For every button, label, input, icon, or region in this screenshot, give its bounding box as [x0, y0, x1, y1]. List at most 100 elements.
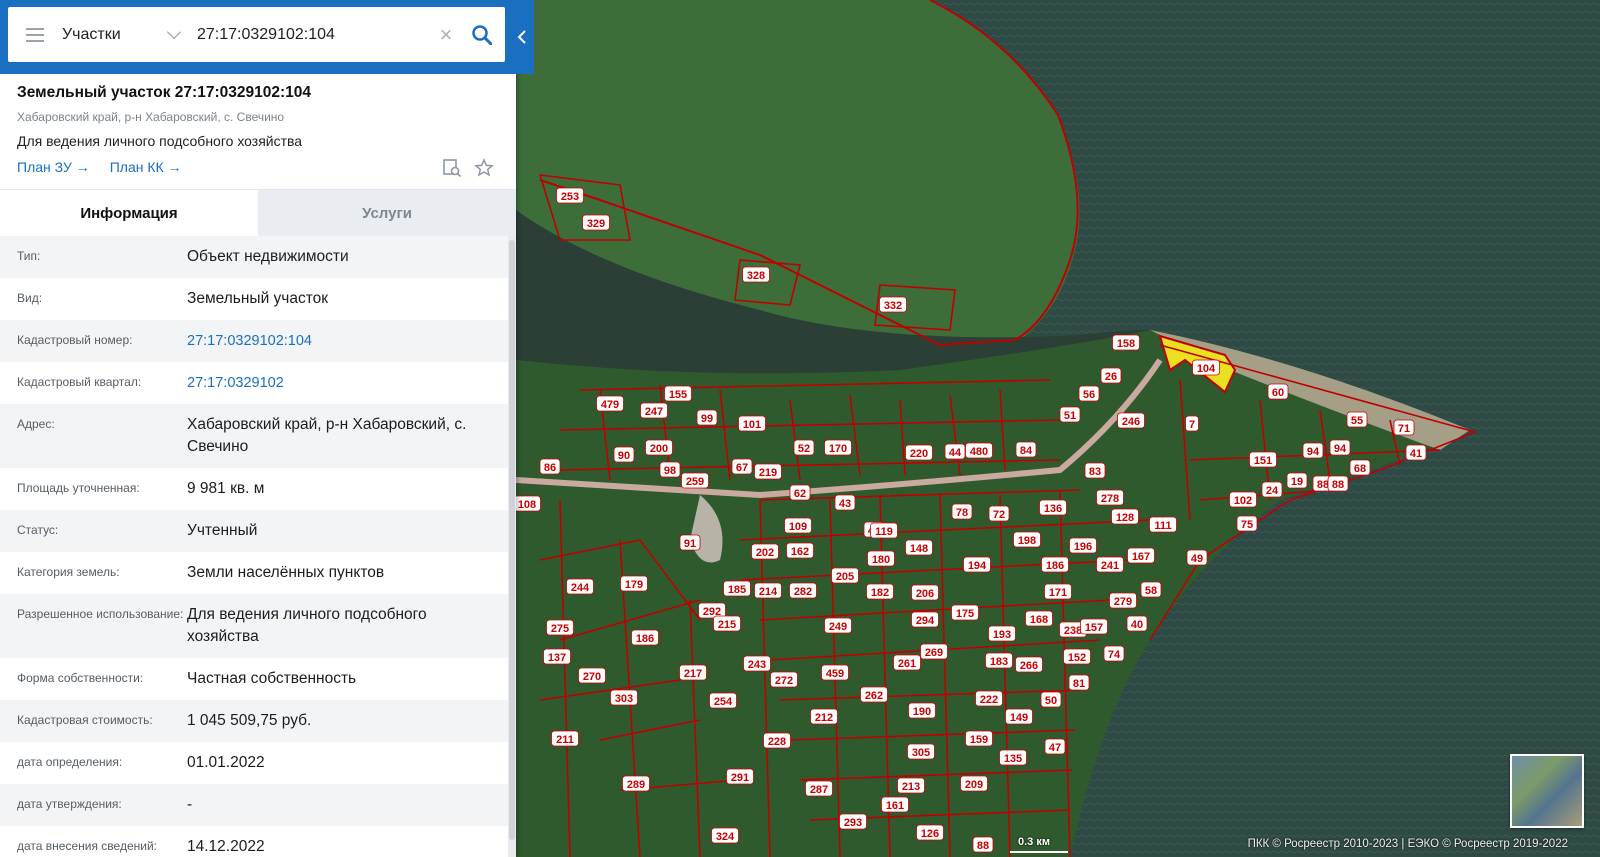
parcel-label[interactable]: 212	[815, 712, 833, 724]
parcel-label[interactable]: 238	[1064, 625, 1082, 637]
parcel-label[interactable]: 162	[791, 546, 809, 558]
parcel-label[interactable]: 329	[587, 218, 605, 230]
parcel-label[interactable]: 198	[1018, 535, 1036, 547]
parcel-label[interactable]: 91	[684, 538, 696, 550]
cadastral-number-link[interactable]: 27:17:0329102:104	[187, 320, 491, 362]
parcel-label[interactable]: 272	[775, 675, 793, 687]
parcel-label[interactable]: 94	[1334, 443, 1347, 455]
parcel-label[interactable]: 60	[1272, 387, 1284, 399]
parcel-label[interactable]: 155	[669, 389, 687, 401]
parcel-label[interactable]: 137	[548, 652, 566, 664]
parcel-label[interactable]: 88	[1317, 479, 1329, 491]
parcel-label[interactable]: 180	[872, 554, 890, 566]
parcel-label[interactable]: 86	[544, 462, 556, 474]
parcel-label[interactable]: 43	[839, 498, 851, 510]
parcel-label[interactable]: 254	[714, 696, 733, 708]
parcel-label[interactable]: 168	[1030, 614, 1048, 626]
parcel-label[interactable]: 175	[956, 608, 974, 620]
tab-info[interactable]: Информация	[0, 190, 258, 236]
parcel-label[interactable]: 480	[970, 446, 988, 458]
parcel-label[interactable]: 126	[921, 828, 939, 840]
minimap[interactable]	[1510, 754, 1584, 828]
parcel-label[interactable]: 193	[993, 629, 1011, 641]
parcel-label[interactable]: 214	[759, 586, 778, 598]
parcel-label[interactable]: 49	[1191, 553, 1203, 565]
parcel-label[interactable]: 136	[1044, 503, 1062, 515]
parcel-label[interactable]: 40	[1131, 619, 1143, 631]
parcel-label[interactable]: 246	[1122, 416, 1140, 428]
parcel-label[interactable]: 190	[913, 706, 931, 718]
parcel-label[interactable]: 84	[1020, 445, 1033, 457]
parcel-label[interactable]: 151	[1254, 455, 1272, 467]
parcel-label[interactable]: 244	[571, 582, 590, 594]
parcel-label[interactable]: 217	[684, 668, 702, 680]
menu-icon[interactable]	[8, 7, 62, 62]
parcel-label[interactable]: 71	[1398, 423, 1410, 435]
parcel-label[interactable]: 98	[664, 465, 676, 477]
parcel-label[interactable]: 219	[759, 467, 777, 479]
plan-kk-link[interactable]: План КК →	[110, 159, 182, 175]
parcel-label[interactable]: 90	[618, 450, 630, 462]
parcel-label[interactable]: 161	[886, 800, 904, 812]
parcel-label[interactable]: 24	[1266, 485, 1279, 497]
parcel-label[interactable]: 88	[1332, 479, 1344, 491]
parcel-label[interactable]: 119	[875, 526, 893, 538]
parcel-label[interactable]: 7	[1189, 419, 1195, 431]
parcel-label[interactable]: 55	[1351, 415, 1363, 427]
parcel-label[interactable]: 78	[956, 507, 968, 519]
parcel-label[interactable]: 149	[1010, 712, 1028, 724]
parcel-label[interactable]: 19	[1291, 476, 1303, 488]
parcel-label[interactable]: 135	[1004, 753, 1022, 765]
parcel-label[interactable]: 101	[743, 419, 761, 431]
parcel-label[interactable]: 26	[1105, 371, 1117, 383]
parcel-label[interactable]: 44	[949, 447, 962, 459]
parcel-label[interactable]: 220	[910, 448, 928, 460]
tab-services[interactable]: Услуги	[258, 190, 516, 236]
parcel-label[interactable]: 294	[916, 615, 935, 627]
parcel-label[interactable]: 171	[1049, 587, 1067, 599]
parcel-label[interactable]: 269	[925, 647, 943, 659]
plan-zu-link[interactable]: План ЗУ →	[17, 159, 90, 175]
parcel-label[interactable]: 75	[1241, 519, 1253, 531]
parcel-label[interactable]: 47	[1049, 742, 1061, 754]
parcel-label[interactable]: 185	[728, 584, 746, 596]
parcel-label[interactable]: 303	[615, 693, 633, 705]
parcel-label[interactable]: 99	[701, 413, 713, 425]
parcel-label[interactable]: 67	[736, 462, 748, 474]
search-type-select[interactable]: Участки	[62, 24, 187, 44]
parcel-label[interactable]: 83	[1089, 466, 1101, 478]
parcel-label[interactable]: 56	[1083, 389, 1095, 401]
parcel-label[interactable]: 243	[748, 659, 766, 671]
parcel-label[interactable]: 291	[731, 772, 749, 784]
parcel-label[interactable]: 279	[1114, 596, 1132, 608]
parcel-label[interactable]: 182	[871, 587, 889, 599]
parcel-label[interactable]: 209	[965, 779, 983, 791]
parcel-label[interactable]: 241	[1101, 560, 1119, 572]
parcel-label[interactable]: 170	[829, 443, 847, 455]
parcel-label[interactable]: 215	[718, 619, 736, 631]
parcel-label[interactable]: 459	[826, 668, 844, 680]
clear-icon[interactable]: ×	[433, 23, 459, 46]
parcel-label[interactable]: 111	[1154, 520, 1171, 532]
parcel-label[interactable]: 213	[902, 781, 920, 793]
parcel-label[interactable]: 328	[747, 270, 765, 282]
parcel-label[interactable]: 324	[716, 831, 735, 843]
star-icon[interactable]	[474, 158, 494, 178]
parcel-label[interactable]: 72	[993, 509, 1005, 521]
parcel-label[interactable]: 128	[1116, 512, 1134, 524]
cadastral-quarter-link[interactable]: 27:17:0329102	[187, 362, 491, 404]
parcel-label[interactable]: 282	[794, 586, 812, 598]
parcel-label[interactable]: 183	[990, 656, 1008, 668]
parcel-label[interactable]: 228	[768, 736, 786, 748]
parcel-label[interactable]: 88	[977, 840, 989, 852]
parcel-label[interactable]: 253	[561, 191, 579, 203]
parcel-label[interactable]: 104	[1197, 363, 1216, 375]
parcel-label[interactable]: 179	[625, 579, 643, 591]
parcel-label[interactable]: 205	[836, 571, 854, 583]
parcel-label[interactable]: 261	[898, 658, 916, 670]
parcel-label[interactable]: 58	[1145, 585, 1157, 597]
search-icon[interactable]	[459, 15, 505, 55]
parcel-label[interactable]: 206	[916, 588, 934, 600]
parcel-label[interactable]: 109	[789, 521, 807, 533]
parcel-label[interactable]: 247	[645, 406, 663, 418]
